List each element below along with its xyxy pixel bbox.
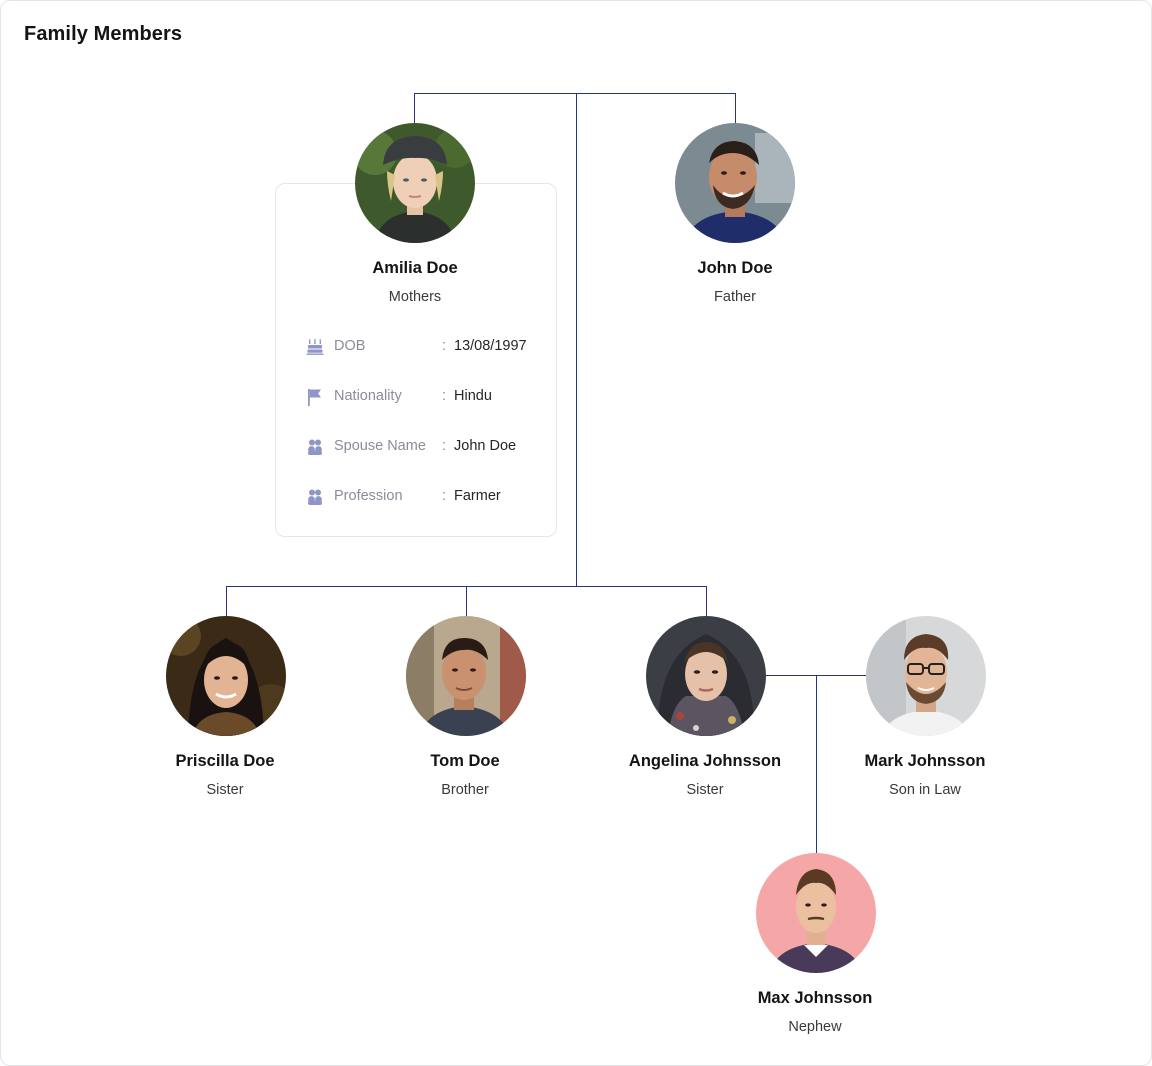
- avatar-amilia-doe[interactable]: [355, 123, 475, 243]
- detail-separator: :: [442, 488, 447, 504]
- detail-separator: :: [442, 388, 447, 404]
- detail-row-spouse-name: Spouse Name : John Doe: [306, 437, 546, 457]
- member-name: Amilia Doe: [372, 259, 458, 277]
- avatar-tom-doe[interactable]: [406, 616, 526, 736]
- member-name: Mark Johnsson: [864, 752, 986, 770]
- detail-value: Hindu: [454, 388, 492, 404]
- detail-label: DOB: [334, 338, 366, 354]
- cake-icon: [306, 338, 324, 356]
- member-relation: Sister: [686, 782, 724, 798]
- people-icon: [306, 488, 324, 506]
- detail-row-dob: DOB : 13/08/1997: [306, 337, 546, 357]
- member-name: Max Johnsson: [757, 989, 873, 1007]
- avatar-mark-johnsson[interactable]: [866, 616, 986, 736]
- detail-row-profession: Profession : Farmer: [306, 487, 546, 507]
- avatar-max-johnsson[interactable]: [756, 853, 876, 973]
- detail-separator: :: [442, 438, 447, 454]
- member-relation: Brother: [441, 782, 489, 798]
- member-name: Tom Doe: [430, 752, 500, 770]
- avatar-john-doe[interactable]: [675, 123, 795, 243]
- family-tree-connectors: [226, 93, 866, 853]
- detail-separator: :: [442, 338, 447, 354]
- member-relation: Mothers: [388, 289, 442, 305]
- member-relation: Nephew: [788, 1019, 842, 1035]
- member-name: Priscilla Doe: [175, 752, 275, 770]
- detail-value: John Doe: [454, 438, 517, 454]
- detail-value: Farmer: [454, 488, 501, 504]
- flag-icon: [306, 388, 324, 406]
- member-relation: Father: [714, 289, 756, 305]
- member-relation: Son in Law: [889, 782, 961, 798]
- member-relation: Sister: [206, 782, 244, 798]
- detail-row-nationality: Nationality : Hindu: [306, 387, 546, 407]
- detail-label: Nationality: [334, 388, 402, 404]
- avatar-angelina-johnsson[interactable]: [646, 616, 766, 736]
- avatar-priscilla-doe[interactable]: [166, 616, 286, 736]
- people-icon: [306, 438, 324, 456]
- detail-value: 13/08/1997: [454, 338, 527, 354]
- member-name: John Doe: [697, 259, 773, 277]
- member-name: Angelina Johnsson: [628, 752, 782, 770]
- detail-label: Spouse Name: [334, 438, 426, 454]
- detail-label: Profession: [334, 488, 403, 504]
